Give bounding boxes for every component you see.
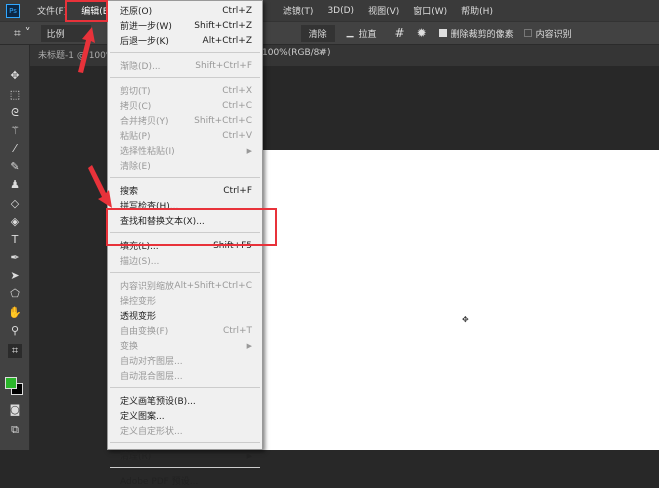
arrow-to-edit-menu [78,27,95,73]
menu-item[interactable]: Adobe PDF 预设... [120,473,252,488]
menu-item-label: Adobe PDF 预设... [120,477,199,487]
menu-item[interactable]: 清理(R) ▶ [120,448,252,463]
arrow-to-fill-item [88,165,112,208]
annotation-arrows [78,27,112,208]
submenu-arrow-icon: ▶ [246,451,252,460]
foreground-color-swatch[interactable] [5,377,17,389]
menu-separator [110,467,260,468]
menu-item-label: 清理(R) [120,452,152,462]
